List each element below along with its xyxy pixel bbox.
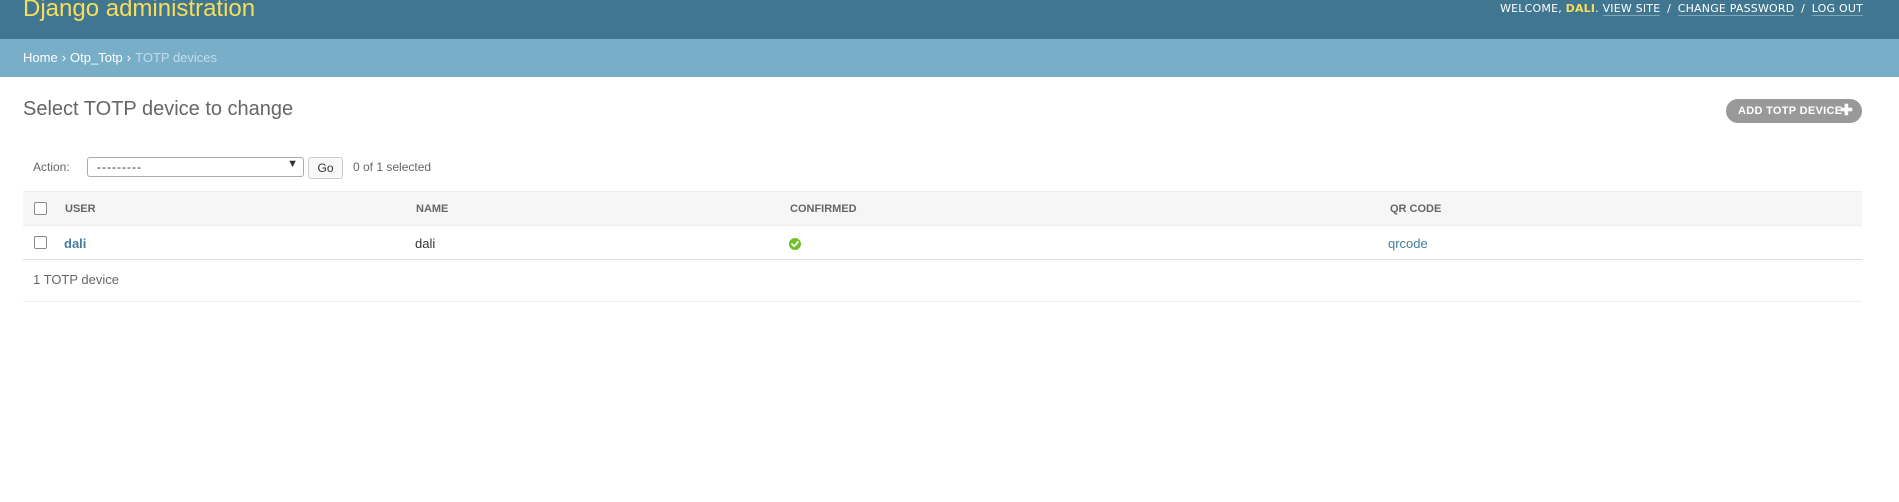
column-header-confirmed[interactable]: CONFIRMED [790, 203, 857, 215]
select-all-checkbox[interactable] [34, 202, 47, 215]
action-select-value: --------- [97, 160, 142, 174]
name-cell: dali [415, 236, 436, 251]
column-header-qr-code[interactable]: QR CODE [1390, 203, 1441, 215]
column-header-name[interactable]: NAME [416, 203, 448, 215]
log-out-link[interactable]: LOG OUT [1811, 2, 1863, 16]
add-totp-device-button[interactable]: ADD TOTP DEVICE ✚ [1726, 99, 1862, 123]
breadcrumb-current: TOTP devices [135, 50, 218, 65]
selected-counter: 0 of 1 selected [353, 160, 432, 174]
breadcrumb: Home › Otp_Totp › TOTP devices [0, 39, 1899, 77]
header: Django administration WELCOME, DALI. VIE… [0, 0, 1899, 39]
breadcrumb-separator: › [126, 50, 132, 65]
go-button[interactable]: Go [308, 157, 343, 179]
breadcrumb-app[interactable]: Otp_Totp [70, 50, 123, 65]
table-row: dali dali qrcode [23, 226, 1862, 260]
row-select-checkbox[interactable] [34, 236, 47, 249]
view-site-link[interactable]: VIEW SITE [1602, 2, 1661, 16]
plus-icon: ✚ [1840, 102, 1853, 119]
add-button-label: ADD TOTP DEVICE [1738, 105, 1843, 117]
action-select[interactable]: --------- ▼ [87, 157, 304, 177]
column-header-user[interactable]: USER [65, 203, 96, 215]
user-link[interactable]: dali [64, 236, 86, 251]
action-label: Action: [33, 160, 70, 174]
page-title: Select TOTP device to change [23, 98, 294, 120]
paginator: 1 TOTP device [23, 260, 1862, 302]
user-tools: WELCOME, DALI. VIEW SITE / CHANGE PASSWO… [1500, 2, 1863, 16]
table-header: USER NAME CONFIRMED QR CODE [23, 191, 1862, 226]
welcome-text: WELCOME, [1500, 2, 1562, 15]
breadcrumb-home[interactable]: Home [23, 50, 58, 65]
site-branding[interactable]: Django administration [23, 0, 255, 25]
caret-down-icon: ▼ [287, 158, 298, 170]
result-table: USER NAME CONFIRMED QR CODE dali dali qr… [23, 191, 1862, 260]
change-password-link[interactable]: CHANGE PASSWORD [1677, 2, 1795, 16]
breadcrumb-separator: › [61, 50, 67, 65]
result-count: 1 TOTP device [33, 272, 119, 287]
username: DALI [1565, 2, 1596, 15]
check-circle-icon [789, 238, 801, 250]
qrcode-link[interactable]: qrcode [1388, 236, 1428, 251]
